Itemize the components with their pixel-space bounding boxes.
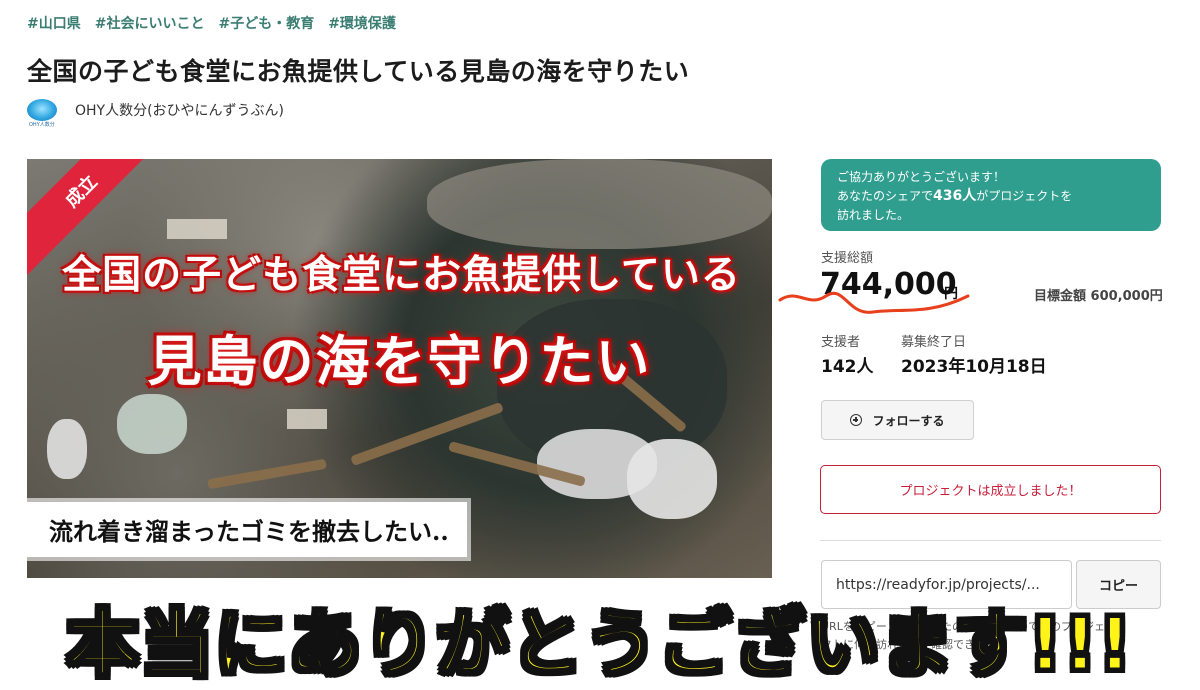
tag-children-education[interactable]: #子ども・教育 (218, 13, 314, 33)
target-amount: 目標金額 600,000円 (1034, 289, 1163, 304)
hero-caption-line3: 流れ着き溜まったゴミを撤去したい.. (27, 502, 467, 557)
supporters-value: 142人 (821, 357, 874, 377)
end-date-value: 2023年10月18日 (901, 357, 1047, 377)
thanks-overlay-banner: 本当にありがとうございます!!! (65, 601, 1134, 688)
tag-environment[interactable]: #環境保護 (328, 13, 396, 33)
supporters-label: 支援者 (821, 335, 861, 350)
project-owner[interactable]: OHY人数分(おひやにんずうぶん) (27, 99, 284, 128)
tag-list: #山口県 #社会にいいこと #子ども・教育 #環境保護 (27, 13, 396, 33)
toast-line1: ご協力ありがとうございます！ (837, 170, 1006, 184)
share-visit-count: 436人 (933, 188, 977, 204)
hero-caption-line1: 全国の子ども食堂にお魚提供している (62, 252, 741, 298)
project-success-button[interactable]: プロジェクトは成立しました！ (820, 465, 1161, 514)
follow-button[interactable]: フォローする (821, 400, 974, 440)
divider (820, 540, 1161, 541)
owner-logo (27, 99, 57, 128)
end-date-label: 募集終了日 (901, 335, 967, 350)
hero-image: 成立 全国の子ども食堂にお魚提供している 見島の海を守りたい 流れ着き溜まったゴ… (27, 159, 772, 578)
total-amount-label: 支援総額 (821, 251, 874, 266)
owner-name[interactable]: OHY人数分(おひやにんずうぶん) (75, 100, 284, 120)
toast-line2: あなたのシェアで436人がプロジェクトを (837, 188, 1073, 204)
hero-caption-line2: 見島の海を守りたい (147, 329, 652, 393)
project-title: 全国の子ども食堂にお魚提供している見島の海を守りたい (27, 57, 690, 86)
share-thanks-toast: ご協力ありがとうございます！ あなたのシェアで436人がプロジェクトを 訪れまし… (821, 159, 1161, 231)
plus-circle-icon (850, 414, 863, 426)
hand-drawn-underline (778, 292, 970, 314)
tag-social-good[interactable]: #社会にいいこと (95, 13, 205, 33)
tag-yamaguchi[interactable]: #山口県 (27, 13, 81, 33)
toast-line3: 訪れました。 (837, 208, 910, 222)
